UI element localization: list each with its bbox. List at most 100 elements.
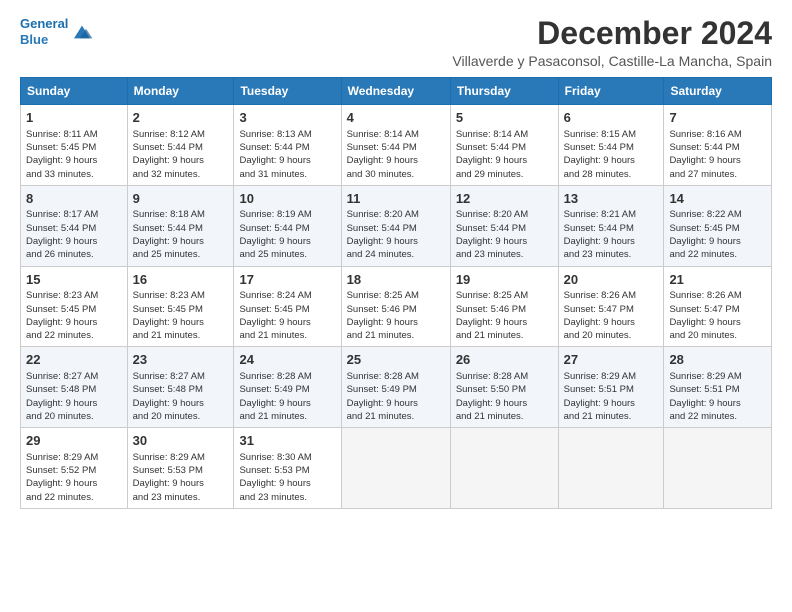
logo-text: General Blue (20, 16, 68, 47)
day-info: Sunrise: 8:30 AM Sunset: 5:53 PM Dayligh… (239, 451, 335, 504)
calendar-cell: 4Sunrise: 8:14 AM Sunset: 5:44 PM Daylig… (341, 105, 450, 186)
day-number: 19 (456, 271, 553, 289)
day-info: Sunrise: 8:29 AM Sunset: 5:51 PM Dayligh… (564, 370, 659, 423)
day-info: Sunrise: 8:24 AM Sunset: 5:45 PM Dayligh… (239, 289, 335, 342)
day-info: Sunrise: 8:12 AM Sunset: 5:44 PM Dayligh… (133, 128, 229, 181)
day-number: 20 (564, 271, 659, 289)
calendar-cell: 26Sunrise: 8:28 AM Sunset: 5:50 PM Dayli… (450, 347, 558, 428)
day-info: Sunrise: 8:28 AM Sunset: 5:49 PM Dayligh… (239, 370, 335, 423)
calendar-cell (664, 428, 772, 509)
day-number: 17 (239, 271, 335, 289)
calendar-cell: 9Sunrise: 8:18 AM Sunset: 5:44 PM Daylig… (127, 185, 234, 266)
day-number: 23 (133, 351, 229, 369)
day-number: 25 (347, 351, 445, 369)
day-number: 1 (26, 109, 122, 127)
calendar-cell: 10Sunrise: 8:19 AM Sunset: 5:44 PM Dayli… (234, 185, 341, 266)
day-number: 5 (456, 109, 553, 127)
day-info: Sunrise: 8:20 AM Sunset: 5:44 PM Dayligh… (456, 208, 553, 261)
day-info: Sunrise: 8:29 AM Sunset: 5:53 PM Dayligh… (133, 451, 229, 504)
day-number: 8 (26, 190, 122, 208)
day-info: Sunrise: 8:14 AM Sunset: 5:44 PM Dayligh… (456, 128, 553, 181)
column-header-friday: Friday (558, 78, 664, 105)
calendar-week-row: 22Sunrise: 8:27 AM Sunset: 5:48 PM Dayli… (21, 347, 772, 428)
day-number: 31 (239, 432, 335, 450)
calendar-cell: 2Sunrise: 8:12 AM Sunset: 5:44 PM Daylig… (127, 105, 234, 186)
day-info: Sunrise: 8:29 AM Sunset: 5:52 PM Dayligh… (26, 451, 122, 504)
day-number: 13 (564, 190, 659, 208)
day-info: Sunrise: 8:18 AM Sunset: 5:44 PM Dayligh… (133, 208, 229, 261)
day-number: 2 (133, 109, 229, 127)
day-info: Sunrise: 8:23 AM Sunset: 5:45 PM Dayligh… (133, 289, 229, 342)
day-number: 10 (239, 190, 335, 208)
day-number: 22 (26, 351, 122, 369)
day-info: Sunrise: 8:27 AM Sunset: 5:48 PM Dayligh… (26, 370, 122, 423)
day-info: Sunrise: 8:17 AM Sunset: 5:44 PM Dayligh… (26, 208, 122, 261)
day-number: 7 (669, 109, 766, 127)
calendar-cell: 16Sunrise: 8:23 AM Sunset: 5:45 PM Dayli… (127, 266, 234, 347)
day-number: 6 (564, 109, 659, 127)
day-info: Sunrise: 8:27 AM Sunset: 5:48 PM Dayligh… (133, 370, 229, 423)
title-block: December 2024 Villaverde y Pasaconsol, C… (452, 16, 772, 69)
day-info: Sunrise: 8:28 AM Sunset: 5:49 PM Dayligh… (347, 370, 445, 423)
calendar-cell: 1Sunrise: 8:11 AM Sunset: 5:45 PM Daylig… (21, 105, 128, 186)
calendar-cell: 17Sunrise: 8:24 AM Sunset: 5:45 PM Dayli… (234, 266, 341, 347)
day-info: Sunrise: 8:29 AM Sunset: 5:51 PM Dayligh… (669, 370, 766, 423)
calendar-cell (558, 428, 664, 509)
calendar-cell: 5Sunrise: 8:14 AM Sunset: 5:44 PM Daylig… (450, 105, 558, 186)
calendar-cell: 23Sunrise: 8:27 AM Sunset: 5:48 PM Dayli… (127, 347, 234, 428)
calendar-cell: 30Sunrise: 8:29 AM Sunset: 5:53 PM Dayli… (127, 428, 234, 509)
column-header-monday: Monday (127, 78, 234, 105)
calendar-header-row: SundayMondayTuesdayWednesdayThursdayFrid… (21, 78, 772, 105)
day-number: 16 (133, 271, 229, 289)
day-info: Sunrise: 8:16 AM Sunset: 5:44 PM Dayligh… (669, 128, 766, 181)
calendar-cell: 18Sunrise: 8:25 AM Sunset: 5:46 PM Dayli… (341, 266, 450, 347)
page-container: General Blue December 2024 Villaverde y … (0, 0, 792, 519)
day-number: 24 (239, 351, 335, 369)
day-info: Sunrise: 8:23 AM Sunset: 5:45 PM Dayligh… (26, 289, 122, 342)
day-number: 12 (456, 190, 553, 208)
day-number: 11 (347, 190, 445, 208)
calendar-cell: 22Sunrise: 8:27 AM Sunset: 5:48 PM Dayli… (21, 347, 128, 428)
calendar-cell: 28Sunrise: 8:29 AM Sunset: 5:51 PM Dayli… (664, 347, 772, 428)
day-info: Sunrise: 8:11 AM Sunset: 5:45 PM Dayligh… (26, 128, 122, 181)
day-info: Sunrise: 8:25 AM Sunset: 5:46 PM Dayligh… (347, 289, 445, 342)
day-number: 30 (133, 432, 229, 450)
calendar-cell: 13Sunrise: 8:21 AM Sunset: 5:44 PM Dayli… (558, 185, 664, 266)
day-number: 4 (347, 109, 445, 127)
day-info: Sunrise: 8:15 AM Sunset: 5:44 PM Dayligh… (564, 128, 659, 181)
calendar-cell: 6Sunrise: 8:15 AM Sunset: 5:44 PM Daylig… (558, 105, 664, 186)
day-info: Sunrise: 8:26 AM Sunset: 5:47 PM Dayligh… (669, 289, 766, 342)
calendar-cell: 20Sunrise: 8:26 AM Sunset: 5:47 PM Dayli… (558, 266, 664, 347)
calendar-cell: 3Sunrise: 8:13 AM Sunset: 5:44 PM Daylig… (234, 105, 341, 186)
calendar-cell: 15Sunrise: 8:23 AM Sunset: 5:45 PM Dayli… (21, 266, 128, 347)
day-info: Sunrise: 8:20 AM Sunset: 5:44 PM Dayligh… (347, 208, 445, 261)
day-number: 14 (669, 190, 766, 208)
header: General Blue December 2024 Villaverde y … (20, 16, 772, 69)
column-header-tuesday: Tuesday (234, 78, 341, 105)
day-number: 28 (669, 351, 766, 369)
day-number: 29 (26, 432, 122, 450)
page-subtitle: Villaverde y Pasaconsol, Castille-La Man… (452, 53, 772, 69)
calendar-cell: 21Sunrise: 8:26 AM Sunset: 5:47 PM Dayli… (664, 266, 772, 347)
column-header-sunday: Sunday (21, 78, 128, 105)
day-info: Sunrise: 8:28 AM Sunset: 5:50 PM Dayligh… (456, 370, 553, 423)
calendar-cell: 7Sunrise: 8:16 AM Sunset: 5:44 PM Daylig… (664, 105, 772, 186)
calendar-week-row: 29Sunrise: 8:29 AM Sunset: 5:52 PM Dayli… (21, 428, 772, 509)
day-number: 27 (564, 351, 659, 369)
day-number: 9 (133, 190, 229, 208)
day-info: Sunrise: 8:14 AM Sunset: 5:44 PM Dayligh… (347, 128, 445, 181)
day-number: 21 (669, 271, 766, 289)
calendar-week-row: 15Sunrise: 8:23 AM Sunset: 5:45 PM Dayli… (21, 266, 772, 347)
day-info: Sunrise: 8:13 AM Sunset: 5:44 PM Dayligh… (239, 128, 335, 181)
day-info: Sunrise: 8:22 AM Sunset: 5:45 PM Dayligh… (669, 208, 766, 261)
calendar-cell: 24Sunrise: 8:28 AM Sunset: 5:49 PM Dayli… (234, 347, 341, 428)
day-number: 3 (239, 109, 335, 127)
day-number: 15 (26, 271, 122, 289)
day-number: 26 (456, 351, 553, 369)
calendar-cell: 14Sunrise: 8:22 AM Sunset: 5:45 PM Dayli… (664, 185, 772, 266)
calendar-cell (341, 428, 450, 509)
logo: General Blue (20, 16, 94, 47)
day-info: Sunrise: 8:21 AM Sunset: 5:44 PM Dayligh… (564, 208, 659, 261)
calendar-cell (450, 428, 558, 509)
calendar-cell: 11Sunrise: 8:20 AM Sunset: 5:44 PM Dayli… (341, 185, 450, 266)
